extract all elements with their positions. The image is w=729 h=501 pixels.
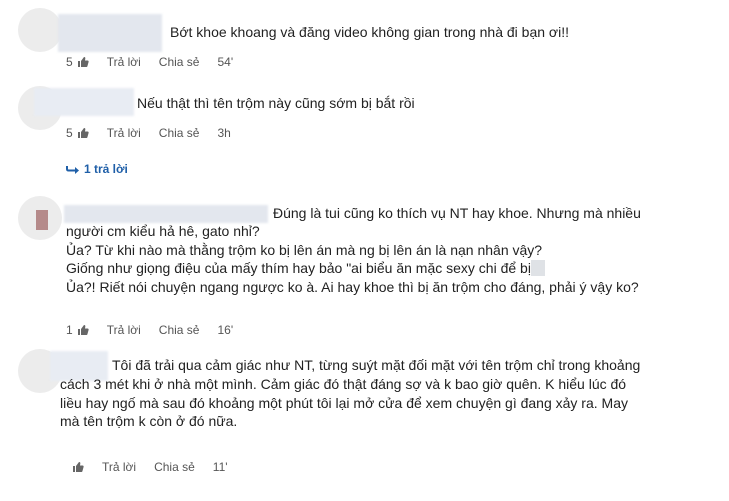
comment-line: Nếu thật thì tên trộm này cũng sớm bị bắ…	[137, 95, 415, 111]
comment-text: Tôi đã trải qua cảm giác như NT, từng su…	[112, 356, 640, 375]
comment-line: người cm kiểu hả hê, gato nhỉ?	[66, 223, 260, 239]
like-count: 1	[66, 323, 73, 337]
comment-line: mà tên trộm k còn ở đó nữa.	[60, 413, 238, 429]
timestamp: 11'	[212, 460, 228, 474]
thumbs-up-icon[interactable]	[77, 127, 89, 139]
comment-actions: 1 Trả lời Chia sẻ 16'	[66, 323, 233, 337]
comment-text: Nếu thật thì tên trộm này cũng sớm bị bắ…	[137, 94, 415, 113]
comment-line: liều hay ngố mà sau đó khoảng một phút t…	[60, 394, 628, 411]
comment-3: Đúng là tui cũng ko thích vụ NT hay khoe…	[0, 190, 729, 340]
comment-text: người cm kiểu hả hê, gato nhỉ? Ủa? Từ kh…	[66, 222, 639, 296]
comment-line: Đúng là tui cũng ko thích vụ NT hay khoe…	[273, 205, 641, 221]
author-name-redacted[interactable]	[58, 14, 162, 52]
comment-actions: 5 Trả lời Chia sẻ 3h	[66, 126, 231, 140]
avatar[interactable]	[18, 8, 62, 52]
reply-button[interactable]: Trả lời	[107, 55, 141, 69]
redacted-word	[530, 260, 545, 276]
comment-1: Bớt khoe khoang và đăng video không gian…	[0, 0, 729, 80]
like-count: 5	[66, 55, 73, 69]
comment-actions: 5 Trả lời Chia sẻ 54'	[66, 55, 233, 69]
share-button[interactable]: Chia sẻ	[159, 126, 200, 140]
reply-arrow-icon	[66, 166, 79, 174]
thumbs-up-icon[interactable]	[72, 461, 84, 473]
share-button[interactable]: Chia sẻ	[159, 323, 200, 337]
timestamp: 3h	[217, 126, 231, 140]
author-name-redacted[interactable]	[64, 205, 268, 223]
view-replies-link[interactable]: 1 trả lời	[66, 162, 128, 176]
thumbs-up-icon[interactable]	[77, 56, 89, 68]
comment-line: Ủa?! Riết nói chuyện ngang ngược ko à. A…	[66, 278, 639, 295]
timestamp: 54'	[217, 55, 234, 69]
thumbs-up-icon[interactable]	[77, 324, 89, 336]
share-button[interactable]: Chia sẻ	[154, 460, 195, 474]
reply-button[interactable]: Trả lời	[107, 126, 141, 140]
comment-actions: Trả lời Chia sẻ 11'	[72, 460, 228, 474]
comment-line: Giống như giọng điệu của mấy thím hay bả…	[66, 260, 531, 276]
comment-4: Tôi đã trải qua cảm giác như NT, từng su…	[0, 345, 729, 495]
comment-text: Bớt khoe khoang và đăng video không gian…	[170, 23, 569, 42]
comment-line: Ủa? Từ khi nào mà thằng trộm ko bị lên á…	[66, 241, 543, 258]
comment-line: cách 3 mét khi ở nhà một mình. Cảm giác …	[60, 376, 627, 392]
share-button[interactable]: Chia sẻ	[159, 55, 200, 69]
avatar-image	[36, 210, 48, 230]
timestamp: 16'	[217, 323, 234, 337]
reply-button[interactable]: Trả lời	[107, 323, 141, 337]
like-count: 5	[66, 126, 73, 140]
comment-line-with-redaction: Giống như giọng điệu của mấy thím hay bả…	[66, 259, 639, 278]
comment-text: Đúng là tui cũng ko thích vụ NT hay khoe…	[273, 204, 641, 223]
comment-line: Tôi đã trải qua cảm giác như NT, từng su…	[112, 357, 641, 373]
view-replies-label: 1 trả lời	[84, 162, 128, 176]
reply-button[interactable]: Trả lời	[102, 460, 136, 474]
avatar[interactable]	[18, 196, 62, 240]
comment-line: Bớt khoe khoang và đăng video không gian…	[170, 24, 569, 40]
author-name-redacted[interactable]	[34, 88, 134, 116]
comment-text: cách 3 mét khi ở nhà một mình. Cảm giác …	[60, 375, 628, 431]
